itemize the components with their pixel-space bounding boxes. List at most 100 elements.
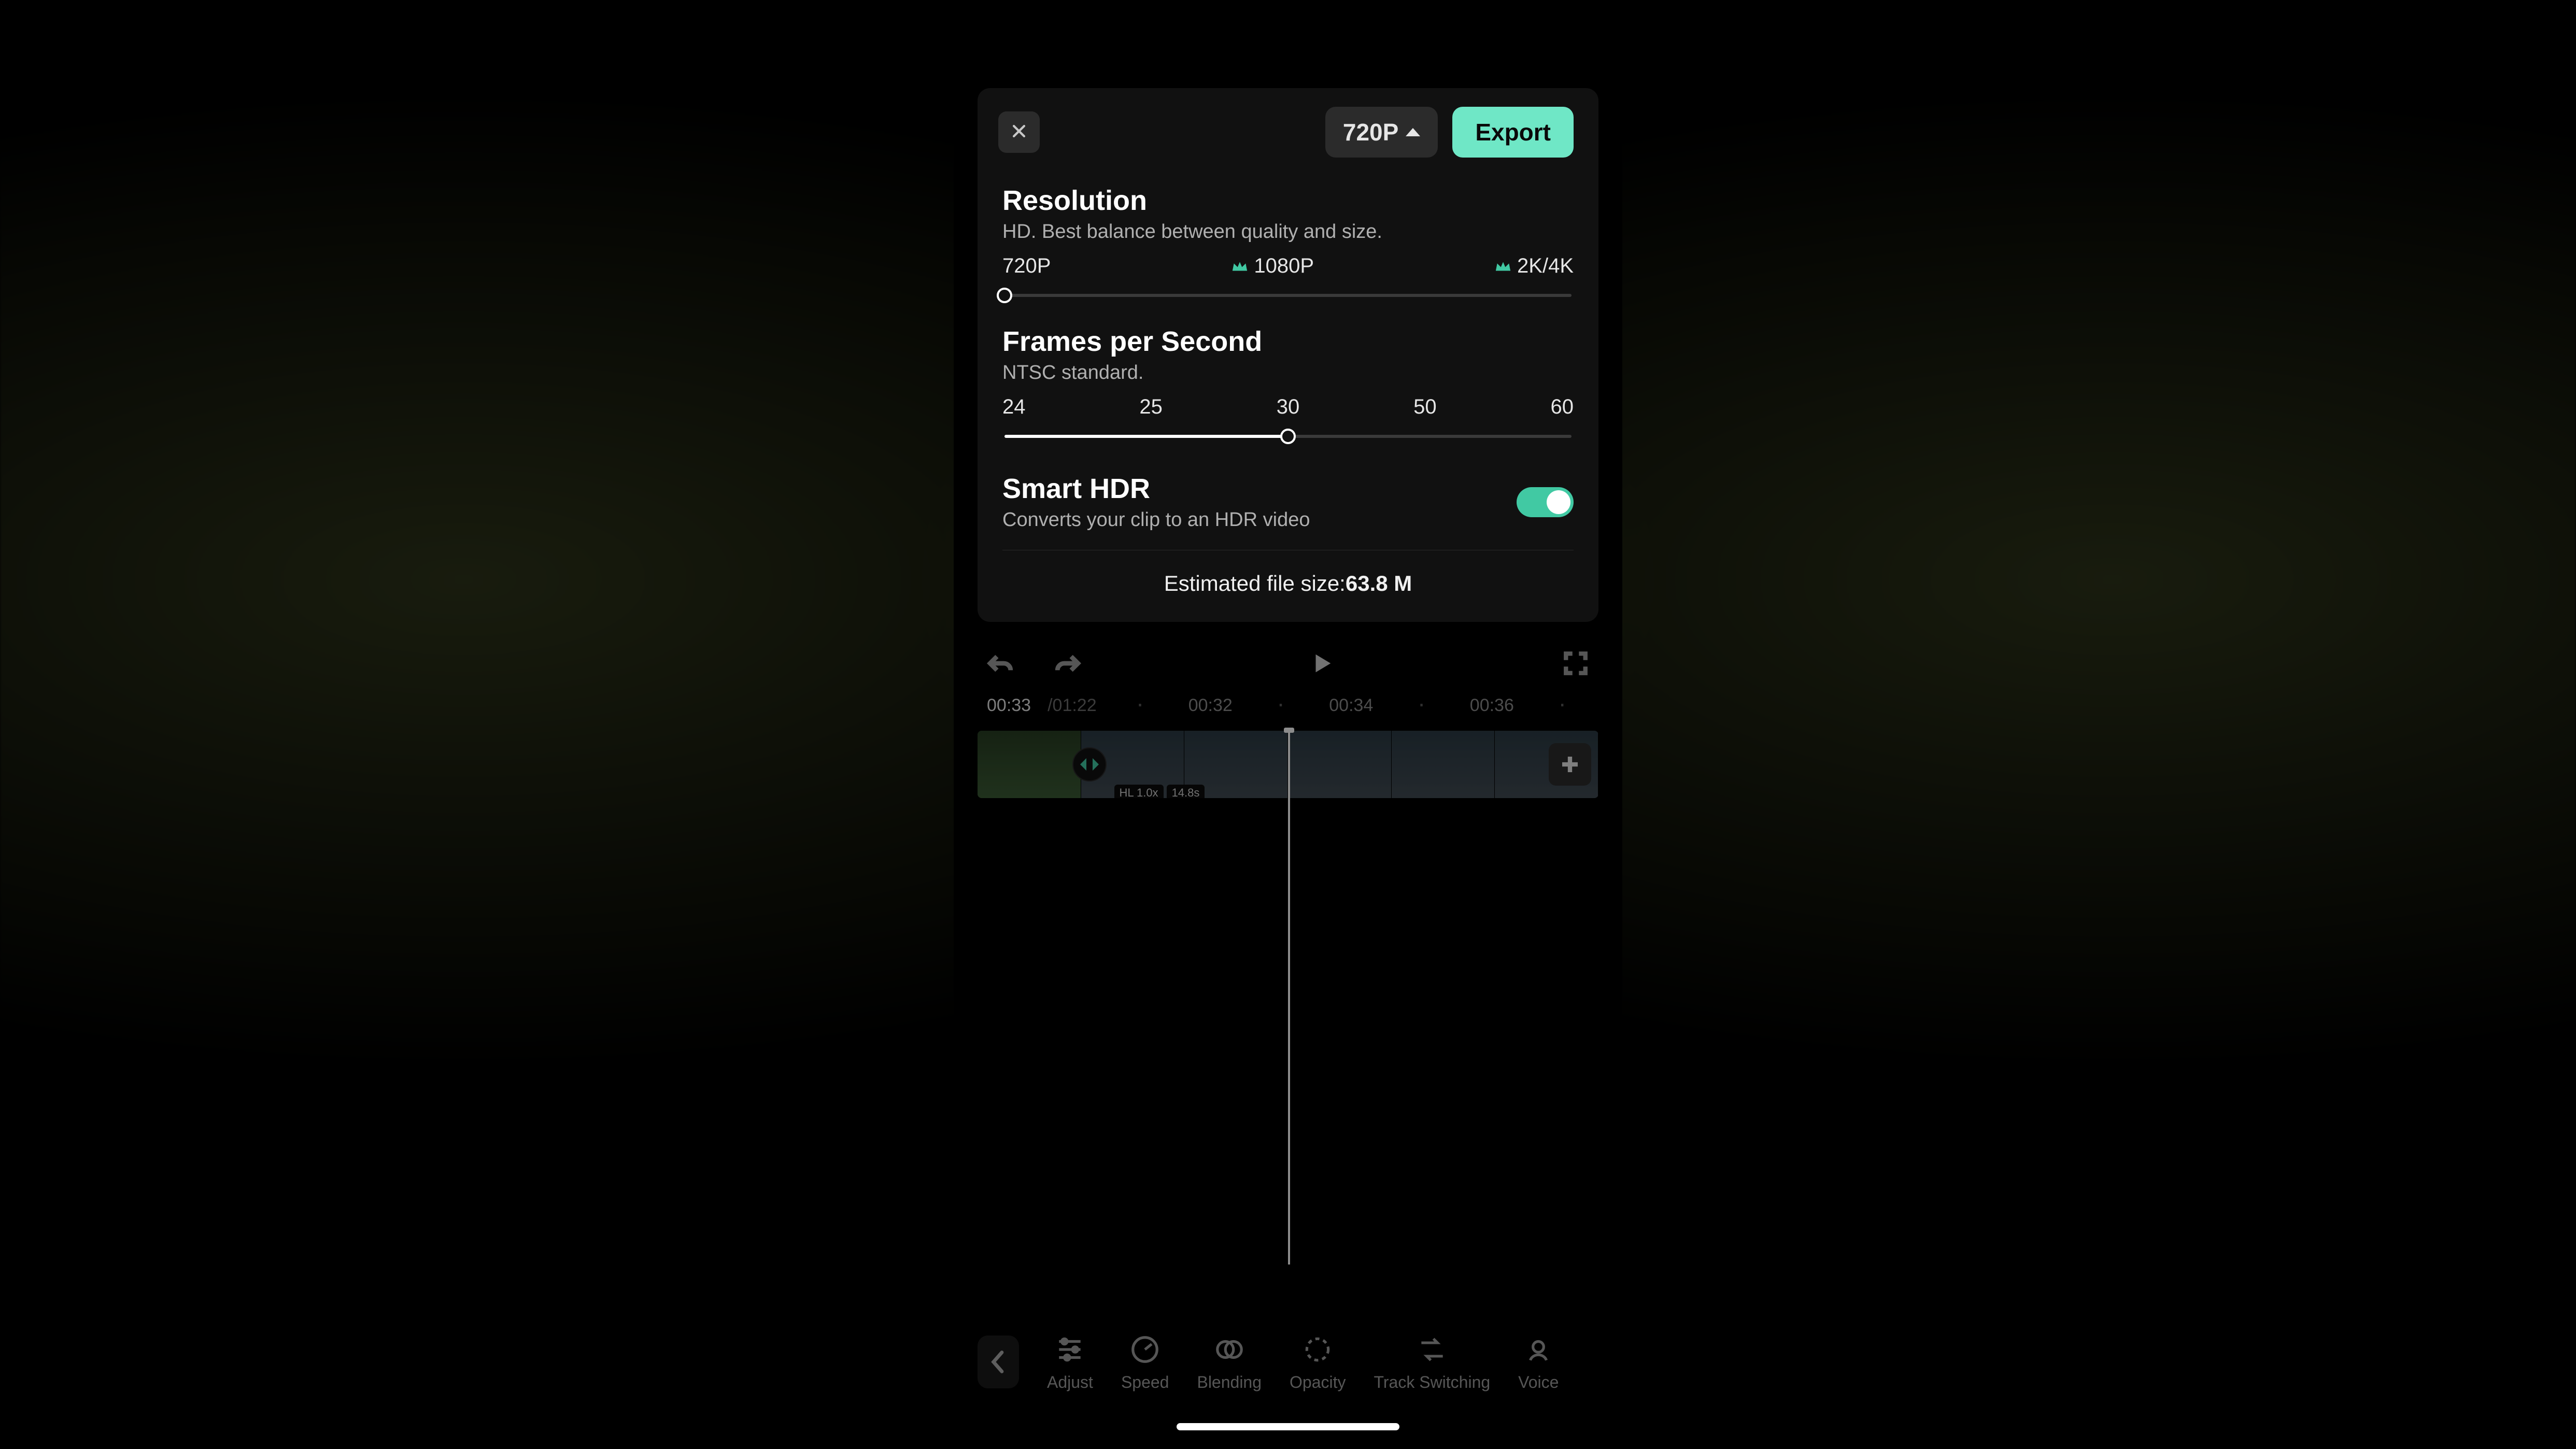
hdr-subtitle: Converts your clip to an HDR video: [1002, 509, 1310, 531]
ruler-label: 00:34: [1329, 695, 1373, 715]
tool-blending[interactable]: Blending: [1197, 1331, 1262, 1392]
toggle-thumb: [1547, 490, 1570, 514]
crown-icon: [1494, 260, 1512, 273]
ruler-dot: ·: [1254, 693, 1308, 717]
time-current: 00:33: [987, 695, 1031, 716]
caret-up-icon: [1406, 128, 1420, 136]
hdr-toggle[interactable]: [1517, 487, 1574, 517]
hdr-text: Smart HDR Converts your clip to an HDR v…: [1002, 473, 1310, 531]
resolution-subtitle: HD. Best balance between quality and siz…: [1002, 221, 1574, 243]
fps-title: Frames per Second: [1002, 325, 1574, 358]
fps-option-24[interactable]: 24: [1002, 395, 1026, 419]
estimated-size-row: Estimated file size:63.8 M: [978, 550, 1598, 622]
ruler-label: 00:36: [1470, 695, 1514, 715]
tool-label: Speed: [1121, 1373, 1169, 1392]
tool-label: Adjust: [1047, 1373, 1093, 1392]
tool-track-switching[interactable]: Track Switching: [1374, 1331, 1491, 1392]
fps-tick-row: 24 25 30 50 60: [1002, 395, 1574, 419]
header-right-group: 720P Export: [1325, 107, 1574, 158]
tool-opacity[interactable]: Opacity: [1290, 1331, 1346, 1392]
phone-viewport: 720P Export Resolution HD. Best balance …: [954, 0, 1622, 1449]
resolution-title: Resolution: [1002, 184, 1574, 217]
fps-option-60[interactable]: 60: [1551, 395, 1574, 419]
fps-option-label: 25: [1139, 395, 1163, 419]
fps-slider[interactable]: [1004, 427, 1572, 446]
time-total: 01:22: [1053, 695, 1097, 715]
close-button[interactable]: [998, 111, 1040, 153]
ruler-dot: ·: [1113, 693, 1167, 717]
panel-header: 720P Export: [978, 88, 1598, 176]
fps-option-label: 30: [1277, 395, 1300, 419]
editor-time-row: 00:33/01:22 · 00:32 · 00:34 · 00:36 ·: [978, 690, 1598, 731]
timeline-wrap: HL 1.0x 14.8s: [978, 731, 1598, 798]
voice-icon: [1520, 1331, 1556, 1368]
resolution-section: Resolution HD. Best balance between qual…: [978, 176, 1598, 317]
ruler-mark: 00:32: [1183, 695, 1237, 716]
resolution-option-2k4k[interactable]: 2K/4K: [1494, 254, 1574, 278]
editor-transport: [978, 636, 1598, 690]
ruler-dot: ·: [1535, 693, 1589, 717]
resolution-slider[interactable]: [1004, 286, 1572, 305]
ruler-mark: 00:36: [1465, 695, 1519, 716]
slider-knob[interactable]: [997, 288, 1012, 303]
tool-voice[interactable]: Voice: [1518, 1331, 1559, 1392]
bottom-toolstrip: Adjust Speed Blending Opacity Track Swit…: [978, 1331, 1598, 1392]
speed-icon: [1127, 1331, 1163, 1368]
close-icon: [1010, 122, 1028, 143]
fps-option-50[interactable]: 50: [1413, 395, 1437, 419]
estimated-size-label: Estimated file size:: [1164, 571, 1346, 595]
fps-option-label: 50: [1413, 395, 1437, 419]
resolution-option-label: 720P: [1002, 254, 1051, 278]
clip-chip-speed: HL 1.0x: [1114, 785, 1164, 798]
slider-track: [1004, 294, 1572, 297]
editor-history-icons: [985, 648, 1083, 679]
slider-knob[interactable]: [1280, 429, 1296, 444]
adjust-icon: [1052, 1331, 1088, 1368]
slider-fill: [1004, 435, 1288, 438]
clip-4[interactable]: [1288, 731, 1392, 798]
fps-option-label: 24: [1002, 395, 1026, 419]
playhead[interactable]: [1288, 731, 1290, 1265]
export-button-label: Export: [1475, 119, 1551, 146]
ruler-dot: ·: [1395, 693, 1449, 717]
fps-option-30[interactable]: 30: [1277, 395, 1300, 419]
opacity-icon: [1299, 1331, 1336, 1368]
tool-adjust[interactable]: Adjust: [1047, 1331, 1093, 1392]
clip-1[interactable]: [978, 731, 1081, 798]
resolution-dropdown[interactable]: 720P: [1325, 107, 1438, 158]
resolution-option-720p[interactable]: 720P: [1002, 254, 1051, 278]
tool-label: Opacity: [1290, 1373, 1346, 1392]
resolution-option-label: 2K/4K: [1517, 254, 1574, 278]
transition-badge[interactable]: [1072, 747, 1107, 782]
track-switching-icon: [1414, 1331, 1450, 1368]
estimated-size-value: 63.8 M: [1346, 571, 1412, 595]
play-button[interactable]: [1306, 648, 1337, 679]
home-indicator: [1177, 1423, 1399, 1430]
hdr-row: Smart HDR Converts your clip to an HDR v…: [978, 458, 1598, 550]
crown-icon: [1231, 260, 1249, 273]
hdr-title: Smart HDR: [1002, 473, 1310, 505]
tool-speed[interactable]: Speed: [1121, 1331, 1169, 1392]
fps-subtitle: NTSC standard.: [1002, 362, 1574, 384]
clip-info-chips: HL 1.0x 14.8s: [1114, 785, 1205, 798]
editor-backdrop: 00:33/01:22 · 00:32 · 00:34 · 00:36 ·: [978, 636, 1598, 1449]
tool-label: Track Switching: [1374, 1373, 1491, 1392]
export-settings-panel: 720P Export Resolution HD. Best balance …: [978, 88, 1598, 622]
add-clip-button[interactable]: [1549, 743, 1591, 786]
ruler-label: 00:32: [1188, 695, 1233, 715]
undo-button[interactable]: [985, 648, 1016, 679]
clip-5[interactable]: [1392, 731, 1495, 798]
toolstrip-back-button[interactable]: [978, 1336, 1019, 1388]
fps-option-25[interactable]: 25: [1139, 395, 1163, 419]
tool-label: Voice: [1518, 1373, 1559, 1392]
tool-label: Blending: [1197, 1373, 1262, 1392]
resolution-option-1080p[interactable]: 1080P: [1231, 254, 1314, 278]
clip-chip-duration: 14.8s: [1167, 785, 1205, 798]
blending-icon: [1211, 1331, 1248, 1368]
ruler-mark: 00:34: [1324, 695, 1378, 716]
redo-button[interactable]: [1052, 648, 1083, 679]
resolution-chip-label: 720P: [1343, 118, 1398, 146]
export-button[interactable]: Export: [1452, 107, 1574, 158]
fps-section: Frames per Second NTSC standard. 24 25 3…: [978, 317, 1598, 458]
fullscreen-button[interactable]: [1560, 648, 1591, 679]
